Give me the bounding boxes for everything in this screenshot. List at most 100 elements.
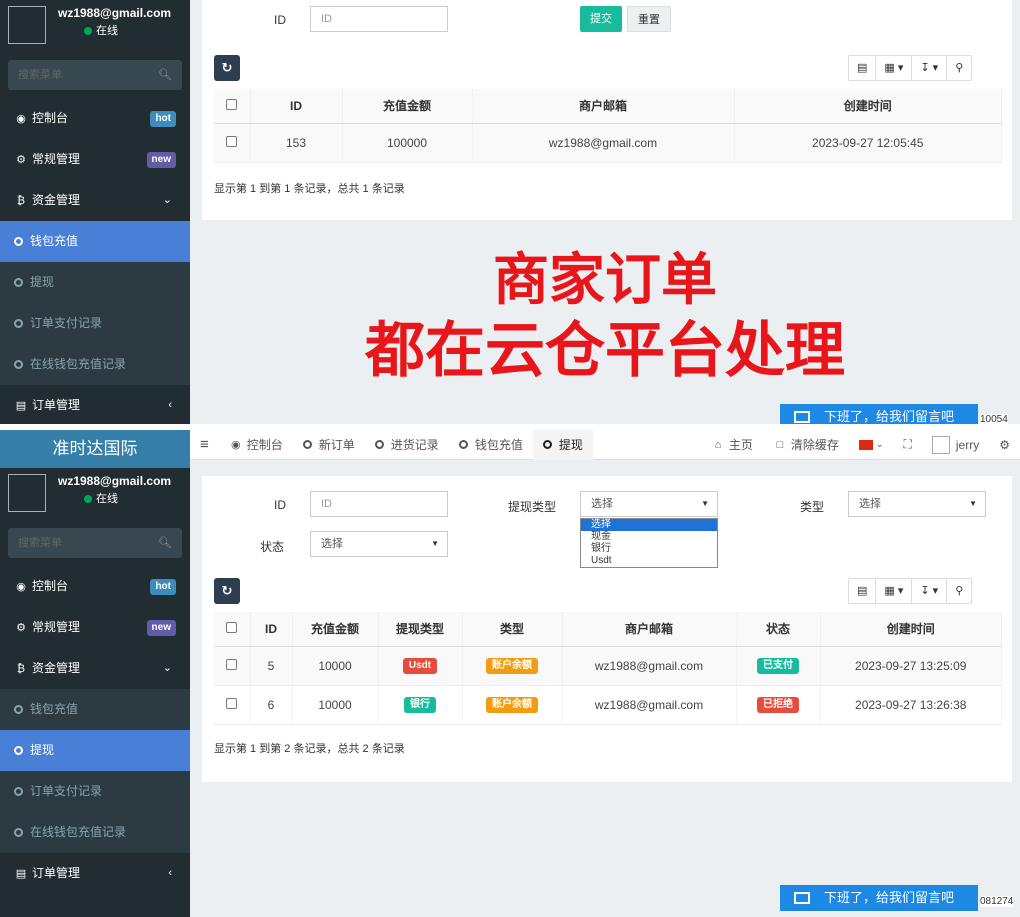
table-row: 6 10000 银行 账户余额 wz1988@gmail.com 已拒绝 202… (214, 685, 1002, 725)
chat-label: 下班了，给我们留言吧 (824, 890, 955, 905)
select-value: 选择 (321, 538, 343, 550)
id-filter-input[interactable]: ID (310, 6, 448, 32)
tab-purchase-records[interactable]: 进货记录 (365, 430, 449, 460)
submit-button[interactable]: 提交 (580, 6, 622, 32)
refresh-button[interactable]: ↻ (214, 55, 240, 81)
menu-toggle-icon[interactable]: ≡ (190, 430, 219, 460)
select-all-checkbox[interactable] (214, 89, 251, 124)
row-checkbox[interactable] (214, 646, 251, 686)
checkbox[interactable] (226, 621, 238, 633)
checkbox[interactable] (226, 135, 238, 147)
columns-icon[interactable]: ▦ ▾ (876, 56, 913, 80)
sidebar-item-general[interactable]: ⚙ 常规管理 new (0, 607, 190, 648)
list-icon: ▤ (15, 400, 27, 412)
tab-wallet-recharge[interactable]: 钱包充值 (449, 430, 533, 460)
table-header-row: ID 充值金额 商户邮箱 创建时间 (214, 89, 1002, 124)
export-icon[interactable]: ▤ (849, 56, 877, 80)
column-header[interactable]: 类型 (462, 612, 563, 647)
column-header[interactable]: 创建时间 (820, 612, 1002, 647)
sidebar-item-general[interactable]: ⚙ 常规管理 new (0, 139, 190, 180)
tab-dashboard[interactable]: ◉ 控制台 (219, 430, 293, 460)
checkbox[interactable] (226, 697, 238, 709)
bitcoin-icon: ₿ (16, 195, 26, 207)
sidebar: 准时达国际 wz1988@gmail.com 在线 搜索菜单 🔍︎ ◉ 控制台 hot… (0, 430, 190, 917)
sidebar-item-wallet-recharge[interactable]: 钱包充值 (0, 221, 190, 262)
sidebar-item-online-recharge[interactable]: 在线钱包充值记录 (0, 344, 190, 385)
row-checkbox[interactable] (214, 123, 251, 163)
columns-icon[interactable]: ▦ ▾ (876, 579, 913, 603)
new-badge: new (146, 620, 176, 636)
fullscreen-icon[interactable]: ⛶ (893, 430, 921, 460)
sidebar-item-order-payments[interactable]: 订单支付记录 (0, 303, 190, 344)
dropdown-option[interactable]: 现金 (581, 531, 717, 543)
user-status: 在线 (84, 490, 118, 506)
clear-cache-label: 清除缓存 (790, 438, 839, 452)
id-filter-label: ID (274, 498, 286, 512)
checkbox[interactable] (226, 658, 238, 670)
refresh-button[interactable]: ↻ (214, 578, 240, 604)
home-link[interactable]: ⌂ 主页 (701, 430, 763, 460)
column-header[interactable]: 商户邮箱 (562, 612, 737, 647)
column-header[interactable]: 创建时间 (734, 89, 1002, 124)
sidebar-item-dashboard[interactable]: ◉ 控制台 hot (0, 98, 190, 139)
menu-search-input[interactable]: 搜索菜单 🔍︎ (8, 60, 182, 90)
sidebar-item-online-recharge[interactable]: 在线钱包充值记录 (0, 812, 190, 853)
column-header[interactable]: ID (250, 612, 293, 647)
search-icon[interactable]: ⚲ (947, 56, 971, 80)
dropdown-option[interactable]: 选择 (581, 519, 717, 531)
dropdown-option[interactable]: 银行 (581, 543, 717, 555)
select-all-checkbox[interactable] (214, 612, 251, 647)
status-badge: 已支付 (757, 658, 799, 674)
tab-new-orders[interactable]: 新订单 (293, 430, 365, 460)
sidebar-item-wallet-recharge[interactable]: 钱包充值 (0, 689, 190, 730)
tab-label: 钱包充值 (474, 438, 523, 452)
withdraw-type-select[interactable]: 选择 ▼ (580, 491, 718, 517)
id-filter-input[interactable]: ID (310, 491, 448, 517)
app-title[interactable]: 准时达国际 (0, 430, 190, 468)
column-header[interactable]: ID (250, 89, 343, 124)
column-header[interactable]: 充值金额 (292, 612, 379, 647)
download-icon[interactable]: ↧ ▾ (912, 56, 948, 80)
reset-button[interactable]: 重置 (627, 6, 671, 32)
sidebar-item-label: 钱包充值 (30, 702, 79, 716)
column-header[interactable]: 充值金额 (342, 89, 473, 124)
column-header[interactable]: 商户邮箱 (472, 89, 735, 124)
circle-icon (302, 440, 312, 449)
overlay-line-1: 商家订单 (493, 248, 717, 313)
chat-widget[interactable]: 下班了，给我们留言吧 (780, 885, 978, 911)
new-badge: new (146, 152, 176, 168)
status-select[interactable]: 选择 ▼ (310, 531, 448, 557)
chat-widget[interactable]: 下班了，给我们留言吧 (780, 404, 978, 424)
cell-status: 已支付 (736, 646, 821, 686)
column-header[interactable]: 状态 (736, 612, 821, 647)
user-status: 在线 (84, 22, 118, 38)
sidebar-item-withdraw[interactable]: 提现 (0, 262, 190, 303)
tab-withdraw[interactable]: 提现 (532, 430, 593, 460)
caret-down-icon: ▼ (431, 539, 439, 548)
user-avatar-icon (931, 435, 950, 454)
online-dot-icon (84, 495, 92, 504)
type-select[interactable]: 选择 ▼ (848, 491, 986, 517)
sidebar-item-dashboard[interactable]: ◉ 控制台 hot (0, 566, 190, 607)
sidebar-item-orders[interactable]: ▤ 订单管理 ‹ (0, 385, 190, 424)
export-icon[interactable]: ▤ (849, 579, 877, 603)
sidebar-item-withdraw[interactable]: 提现 (0, 730, 190, 771)
search-icon[interactable]: ⚲ (947, 579, 971, 603)
sidebar-item-funds[interactable]: ₿ 资金管理 ⌄ (0, 648, 190, 689)
chevron-down-icon: ⌄ (162, 662, 172, 674)
user-menu[interactable]: jerry (922, 430, 989, 460)
menu-search-input[interactable]: 搜索菜单 🔍︎ (8, 528, 182, 558)
sidebar-item-orders[interactable]: ▤ 订单管理 ‹ (0, 853, 190, 894)
checkbox[interactable] (226, 98, 238, 110)
settings-icon[interactable]: ⚙ (989, 430, 1020, 460)
row-checkbox[interactable] (214, 685, 251, 725)
cell-id: 153 (250, 123, 343, 163)
dropdown-option[interactable]: Usdt (581, 555, 717, 567)
column-header[interactable]: 提现类型 (378, 612, 463, 647)
download-icon[interactable]: ↧ ▾ (912, 579, 948, 603)
clear-cache-button[interactable]: □ 清除缓存 (763, 430, 849, 460)
search-placeholder: 搜索菜单 (18, 537, 62, 549)
sidebar-item-funds[interactable]: ₿ 资金管理 ⌄ (0, 180, 190, 221)
sidebar-item-order-payments[interactable]: 订单支付记录 (0, 771, 190, 812)
language-selector[interactable]: ⌄ (849, 430, 894, 460)
